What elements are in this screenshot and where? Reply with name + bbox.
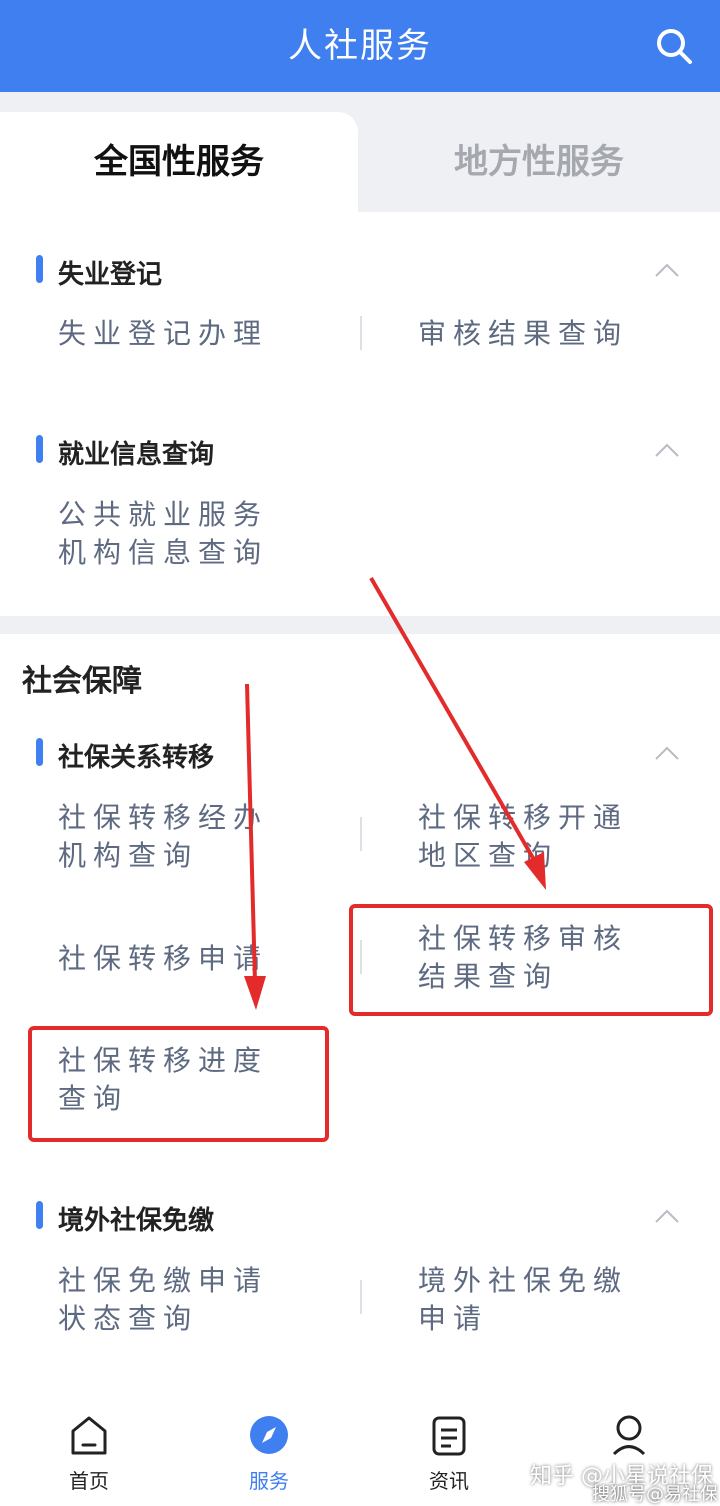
chevron-up-icon[interactable] [654,745,680,761]
service-transfer-agency-query[interactable]: 社保转移经办 机构查询 [58,799,268,875]
divider [360,1280,362,1314]
arrowhead-left [244,976,266,1010]
section-heading-social-security: 社会保障 [22,664,142,699]
profile-icon [612,1415,646,1456]
nav-item-home[interactable]: 首页 [29,1395,149,1502]
nav-item-news[interactable]: 资讯 [389,1395,509,1502]
service-unemployment-registration[interactable]: 失业登记办理 [58,315,268,353]
tab-national-services[interactable]: 全国性服务 [0,112,358,212]
service-exemption-status-query[interactable]: 社保免缴申请 状态查询 [58,1262,268,1338]
group-marker [36,738,43,766]
divider [360,817,362,851]
nav-label-service: 服务 [249,1469,289,1493]
service-overseas-exemption-application[interactable]: 境外社保免缴 申请 [418,1262,628,1338]
group-marker [36,435,43,463]
service-compass-icon [250,1416,288,1454]
news-icon [432,1416,466,1456]
group-title-exemption: 境外社保免缴 [58,1206,215,1236]
nav-label-news: 资讯 [429,1469,469,1493]
service-review-result-query[interactable]: 审核结果查询 [418,315,628,353]
chevron-up-icon[interactable] [654,1208,680,1224]
chevron-up-icon[interactable] [654,442,680,458]
service-employment-agency-query[interactable]: 公共就业服务 机构信息查询 [58,496,268,572]
highlight-box-review-result [349,904,713,1016]
section-divider [0,616,720,634]
nav-label-home: 首页 [69,1469,109,1493]
divider [360,316,362,350]
service-transfer-region-query[interactable]: 社保转移开通 地区查询 [418,799,628,875]
group-title-transfer: 社保关系转移 [58,743,215,773]
highlight-box-progress-query [28,1026,329,1142]
group-title-unemployment: 失业登记 [58,260,163,290]
service-transfer-application[interactable]: 社保转移申请 [58,940,268,978]
search-icon[interactable] [654,26,694,66]
group-marker [36,1201,43,1229]
page-title: 人社服务 [288,26,432,66]
tab-local-services[interactable]: 地方性服务 [358,112,720,212]
home-icon [71,1416,107,1455]
group-title-employment-info: 就业信息查询 [58,440,215,470]
group-marker [36,255,43,283]
chevron-up-icon[interactable] [654,262,680,278]
watermark-sohu: 搜狐号@易社保 [592,1484,718,1505]
nav-item-service[interactable]: 服务 [209,1395,329,1502]
